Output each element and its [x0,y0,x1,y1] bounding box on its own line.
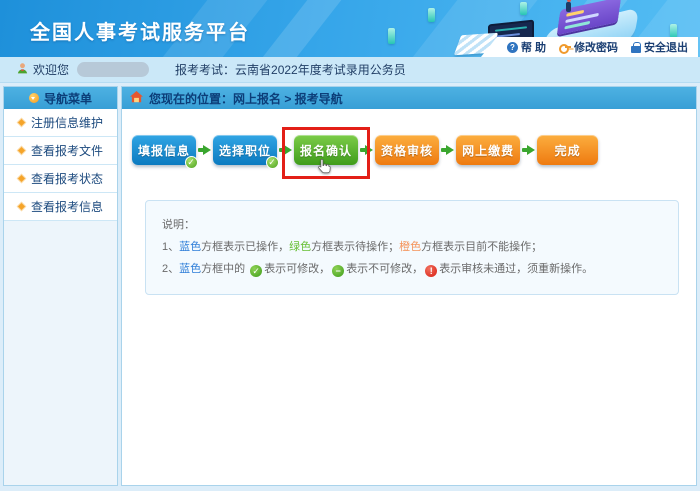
step-qualification-review[interactable]: 资格审核 [375,135,439,165]
check-circle-icon: ✓ [250,265,262,277]
step-confirm-registration[interactable]: 报名确认 [294,135,358,165]
bullet-icon [18,175,25,182]
step-label: 完成 [555,142,581,159]
sidebar-menu: 注册信息维护 查看报考文件 查看报考状态 查看报考信息 [4,109,117,221]
step-online-payment[interactable]: 网上缴费 [456,135,520,165]
step-complete[interactable]: 完成 [537,135,598,165]
hand-cursor-icon [316,158,333,178]
arrow-right-icon [198,145,211,155]
sidebar-item-label: 查看报考状态 [31,170,103,187]
user-icon [16,62,29,78]
help-button[interactable]: ? 帮 助 [507,39,546,55]
app-title: 全国人事考试服务平台 [30,16,250,45]
change-password-label: 修改密码 [574,39,618,55]
sidebar-header: 导航菜单 [4,87,117,109]
logout-label: 安全退出 [644,39,688,55]
arrow-right-icon [279,145,292,155]
check-badge-icon: ✓ [185,156,198,169]
redacted-username [77,62,149,77]
welcome-bar: 欢迎您 报考考试：云南省2022年度考试录用公务员 [0,57,700,83]
check-badge-icon: ✓ [266,156,279,169]
step-label: 填报信息 [138,142,190,159]
help-label: 帮 助 [521,39,546,55]
step-label: 选择职位 [219,142,271,159]
sidebar-item-label: 查看报考信息 [31,198,103,215]
lock-icon [631,42,641,53]
page: 全国人事考试服务平台 ? 帮 助 修改密码 安全退出 [0,0,700,491]
step-label: 报名确认 [300,142,352,159]
sidebar: 导航菜单 注册信息维护 查看报考文件 查看报考状态 查看报考信息 [3,86,118,486]
bullet-icon [18,147,25,154]
arrow-right-icon [360,145,373,155]
menu-icon [29,93,39,103]
flow-steps: 填报信息 ✓ 选择职位 ✓ 报名确认 [132,127,696,173]
content-area: 填报信息 ✓ 选择职位 ✓ 报名确认 [122,109,696,485]
person-figure-graphic [566,2,571,12]
exclamation-circle-icon: ! [425,265,437,277]
home-icon [130,91,143,106]
sidebar-title: 导航菜单 [44,90,92,107]
arrow-right-icon [441,145,454,155]
bullet-icon [18,119,25,126]
welcome-greeting: 欢迎您 [33,61,69,78]
key-icon [559,42,571,53]
notes-line-2: 2、蓝色方框中的 ✓表示可修改，−表示不可修改，!表示审核未通过，须重新操作。 [162,258,662,280]
sidebar-item-view-info[interactable]: 查看报考信息 [4,193,117,221]
notes-title: 说明： [162,214,662,236]
sidebar-item-label: 查看报考文件 [31,142,103,159]
breadcrumb: 您现在的位置：网上报名 > 报考导航 [122,87,696,109]
app-header: 全国人事考试服务平台 ? 帮 助 修改密码 安全退出 [0,0,700,57]
highlight-box: 报名确认 [294,135,358,165]
step-fill-info[interactable]: 填报信息 ✓ [132,135,196,165]
change-password-button[interactable]: 修改密码 [559,39,618,55]
arrow-right-icon [522,145,535,155]
step-label: 网上缴费 [462,142,514,159]
sidebar-item-view-status[interactable]: 查看报考状态 [4,165,117,193]
logout-button[interactable]: 安全退出 [631,39,688,55]
step-label: 资格审核 [381,142,433,159]
breadcrumb-text: 您现在的位置：网上报名 > 报考导航 [149,90,343,107]
sidebar-item-label: 注册信息维护 [31,114,103,131]
bullet-icon [18,203,25,210]
exam-title: 报考考试：云南省2022年度考试录用公务员 [175,61,406,78]
sidebar-item-register-info[interactable]: 注册信息维护 [4,109,117,137]
toolbar: ? 帮 助 修改密码 安全退出 [481,37,698,57]
body: 导航菜单 注册信息维护 查看报考文件 查看报考状态 查看报考信息 [0,83,700,491]
sidebar-item-view-documents[interactable]: 查看报考文件 [4,137,117,165]
main-panel: 您现在的位置：网上报名 > 报考导航 填报信息 ✓ 选择职位 ✓ [121,86,697,486]
notes-box: 说明： 1、蓝色方框表示已操作，绿色方框表示待操作；橙色方框表示目前不能操作； … [145,200,679,295]
notes-line-1: 1、蓝色方框表示已操作，绿色方框表示待操作；橙色方框表示目前不能操作； [162,236,662,258]
help-icon: ? [507,42,518,53]
minus-circle-icon: − [332,265,344,277]
step-select-position[interactable]: 选择职位 ✓ [213,135,277,165]
